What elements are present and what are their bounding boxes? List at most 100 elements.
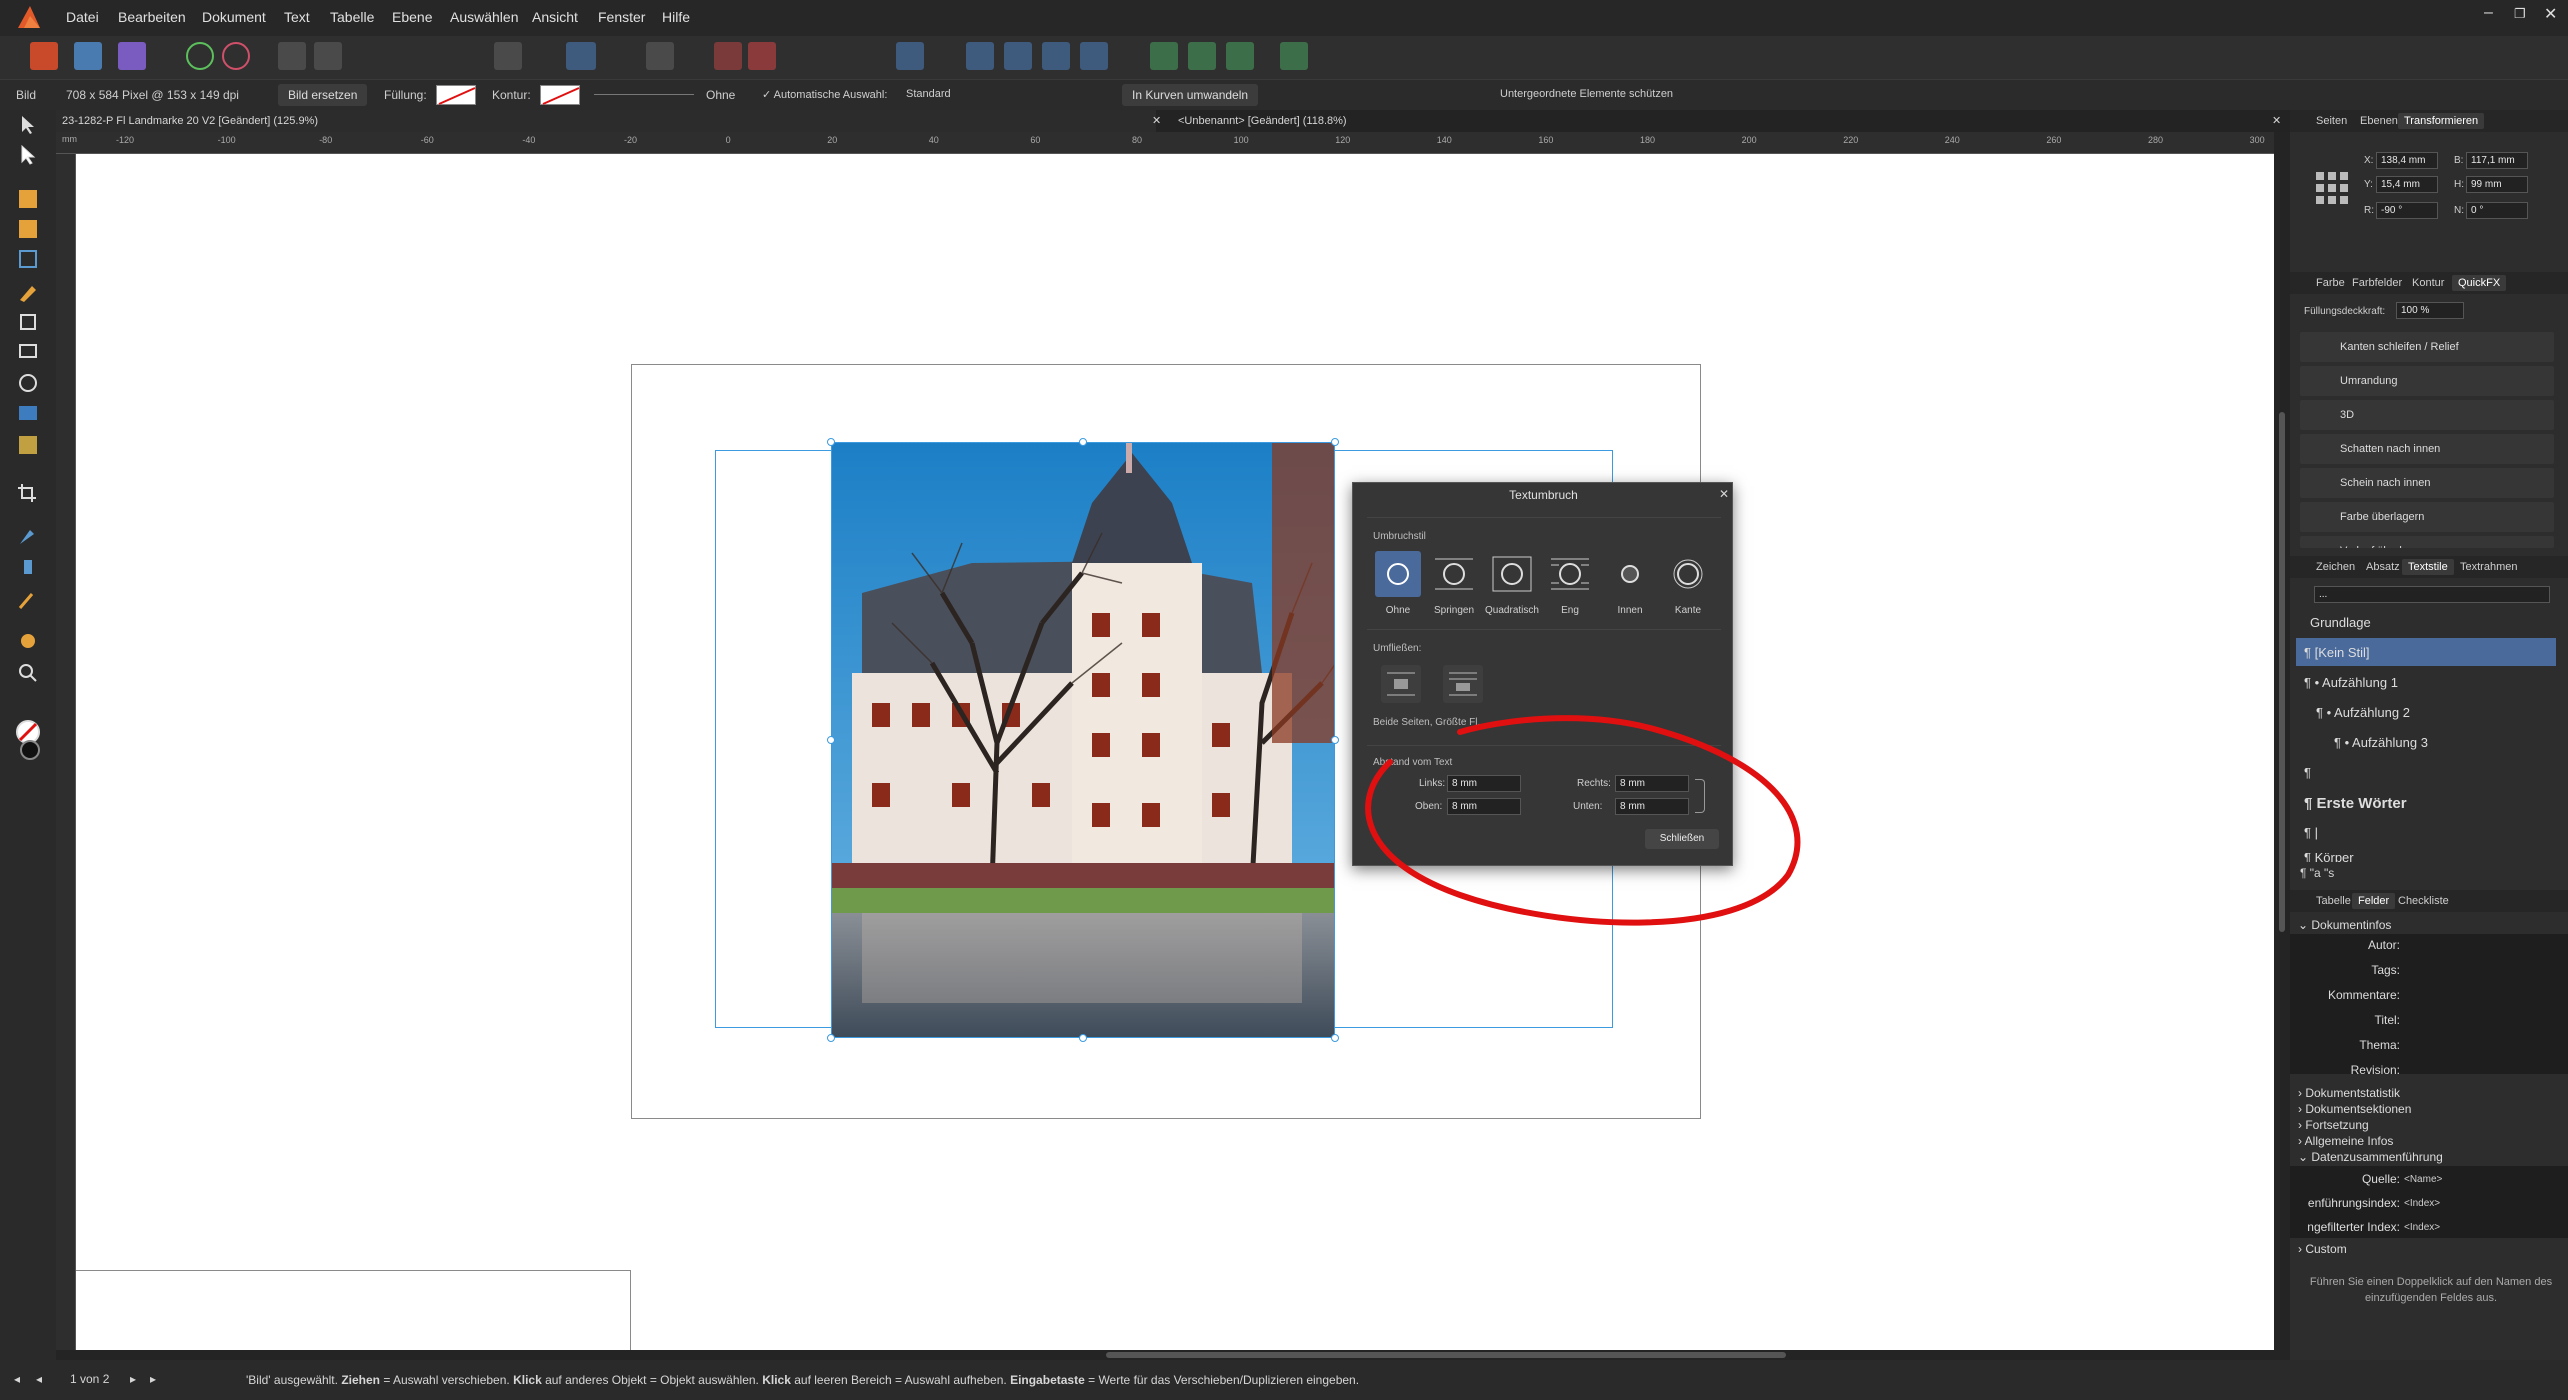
group-custom[interactable]: › Custom — [2298, 1242, 2347, 1256]
scroll-thumb[interactable] — [1106, 1352, 1786, 1358]
menu-text[interactable]: Text — [284, 9, 310, 25]
tab-ebenen[interactable]: Ebenen — [2360, 115, 2398, 127]
ruler-vertical[interactable] — [56, 154, 76, 1350]
eyedropper-tool-icon[interactable] — [16, 588, 40, 610]
style-koerper[interactable]: ¶ Körper — [2296, 848, 2556, 862]
group-datenzusammenfuehrung[interactable]: ⌄ Datenzusammenführung — [2298, 1150, 2443, 1164]
text-wrap-toolbar-icon[interactable] — [566, 42, 596, 70]
image-info-dropdown[interactable]: 708 x 584 Pixel @ 153 x 149 dpi — [66, 88, 239, 102]
pen-tool-icon[interactable] — [16, 282, 40, 304]
settings-gear-icon[interactable] — [186, 42, 214, 70]
wrap-option-jump[interactable] — [1431, 551, 1477, 597]
tab-checkliste[interactable]: Checkliste — [2398, 895, 2449, 907]
rotate-icon[interactable] — [1042, 42, 1070, 70]
snapping-icon[interactable] — [646, 42, 674, 70]
crop-tool-icon[interactable] — [16, 482, 40, 504]
arrange-front-icon[interactable] — [748, 42, 776, 70]
transparency-tool-icon[interactable] — [16, 556, 40, 578]
field-kommentare[interactable]: Kommentare: — [2290, 988, 2400, 1002]
persona-designer-icon[interactable] — [118, 42, 146, 70]
menu-ansicht[interactable]: Ansicht — [532, 9, 578, 25]
style-line[interactable]: ¶ | — [2296, 818, 2556, 846]
dialog-close-icon[interactable]: ✕ — [1719, 487, 1729, 501]
auto-select-label[interactable]: ✓ Automatische Auswahl: — [762, 88, 887, 101]
boolean-add-icon[interactable] — [1150, 42, 1178, 70]
boolean-subtract-icon[interactable] — [1188, 42, 1216, 70]
wrap-option-tight[interactable] — [1547, 551, 1593, 597]
group-dokumentsektionen[interactable]: › Dokumentsektionen — [2298, 1102, 2411, 1116]
flow-both-sides-icon[interactable] — [1381, 665, 1421, 703]
height-input[interactable]: 99 mm — [2466, 176, 2528, 193]
width-input[interactable]: 117,1 mm — [2466, 152, 2528, 169]
restore-icon[interactable]: ❐ — [2514, 6, 2526, 22]
fx-outline[interactable]: Umrandung — [2300, 366, 2554, 396]
x-input[interactable]: 138,4 mm — [2376, 152, 2438, 169]
stroke-color-icon[interactable] — [20, 740, 40, 760]
menu-fenster[interactable]: Fenster — [598, 9, 645, 25]
view-mode-icon[interactable] — [278, 42, 306, 70]
first-page-icon[interactable]: ◂ — [36, 1372, 42, 1386]
picture-frame-tool-icon[interactable] — [19, 436, 37, 454]
protect-children-checkbox[interactable]: Untergeordnete Elemente schützen — [1500, 88, 1673, 100]
view-mode-2-icon[interactable] — [314, 42, 342, 70]
fill-swatch[interactable] — [436, 85, 476, 105]
wrap-option-square[interactable] — [1489, 551, 1535, 597]
stroke-style-value[interactable]: Ohne — [706, 88, 735, 102]
resize-handle[interactable] — [1079, 1034, 1087, 1042]
artistic-text-tool-icon[interactable] — [19, 250, 37, 268]
rotation-input[interactable]: -90 ° — [2376, 202, 2438, 219]
scroll-thumb[interactable] — [2279, 412, 2285, 932]
flow-largest-side-icon[interactable] — [1443, 665, 1483, 703]
stroke-width-slider[interactable] — [594, 94, 694, 95]
shear-input[interactable]: 0 ° — [2466, 202, 2528, 219]
field-titel[interactable]: Titel: — [2290, 1013, 2400, 1027]
replace-image-button[interactable]: Bild ersetzen — [278, 84, 368, 106]
align-icon[interactable] — [896, 42, 924, 70]
tab-felder[interactable]: Felder — [2352, 893, 2396, 909]
tab-farbfelder[interactable]: Farbfelder — [2352, 277, 2402, 289]
zoom-tool-icon[interactable] — [16, 662, 40, 684]
field-quelle[interactable]: Quelle: — [2290, 1172, 2400, 1186]
style-kein-stil[interactable]: ¶ [Kein Stil] — [2296, 638, 2556, 666]
group-fortsetzung[interactable]: › Fortsetzung — [2298, 1118, 2369, 1132]
menu-dokument[interactable]: Dokument — [202, 9, 266, 25]
fx-inner-glow[interactable]: Schein nach innen — [2300, 468, 2554, 498]
menu-datei[interactable]: Datei — [66, 9, 99, 25]
tab-kontur[interactable]: Kontur — [2412, 277, 2444, 289]
place-image-tool-icon[interactable] — [19, 406, 37, 420]
field-merge-index[interactable]: enführungsindex: — [2290, 1196, 2400, 1210]
resize-handle[interactable] — [827, 736, 835, 744]
next-page-icon[interactable]: ▸ — [130, 1372, 136, 1386]
fx-gradient-overlay[interactable]: Verlauf überlagern — [2300, 536, 2554, 548]
close-window-icon[interactable]: ✕ — [2544, 4, 2557, 24]
persona-publisher-icon[interactable] — [30, 42, 58, 70]
fx-inner-shadow[interactable]: Schatten nach innen — [2300, 434, 2554, 464]
resize-handle[interactable] — [1079, 438, 1087, 446]
tab-textstile[interactable]: Textstile — [2402, 559, 2454, 575]
text-frame-tool-icon[interactable] — [19, 190, 37, 208]
tab-transformieren[interactable]: Transformieren — [2398, 113, 2485, 129]
menu-auswaehlen[interactable]: Auswählen — [450, 9, 519, 25]
boolean-intersect-icon[interactable] — [1226, 42, 1254, 70]
y-input[interactable]: 15,4 mm — [2376, 176, 2438, 193]
tab-farbe[interactable]: Farbe — [2316, 277, 2345, 289]
style-blank[interactable]: ¶ — [2296, 758, 2556, 786]
tab-quickfx[interactable]: QuickFX — [2452, 275, 2507, 291]
vertical-scrollbar[interactable] — [2274, 132, 2290, 1350]
fx-3d[interactable]: 3D — [2300, 400, 2554, 430]
resize-handle[interactable] — [827, 1034, 835, 1042]
flip-vertical-icon[interactable] — [1004, 42, 1032, 70]
table-tool-icon[interactable] — [19, 220, 37, 238]
rotate-2-icon[interactable] — [1080, 42, 1108, 70]
frame-tool-icon[interactable] — [19, 344, 37, 358]
tab-close-icon[interactable]: ✕ — [2272, 114, 2281, 127]
tab-seiten[interactable]: Seiten — [2316, 115, 2347, 127]
tab-tabelle[interactable]: Tabelle — [2316, 895, 2351, 907]
persona-photo-icon[interactable] — [74, 42, 102, 70]
convert-to-curves-button[interactable]: In Kurven umwandeln — [1122, 84, 1259, 106]
ruler-horizontal[interactable]: mm -120 -100 -80 -60 -40 -20 0 20 40 60 80 100 120 14… — [56, 132, 2366, 154]
field-thema[interactable]: Thema: — [2290, 1038, 2400, 1052]
style-group-grundlage[interactable]: Grundlage — [2296, 608, 2556, 636]
style-aufzaehlung-2[interactable]: ¶ • Aufzählung 2 — [2296, 698, 2556, 726]
rectangle-tool-icon[interactable] — [20, 314, 36, 330]
